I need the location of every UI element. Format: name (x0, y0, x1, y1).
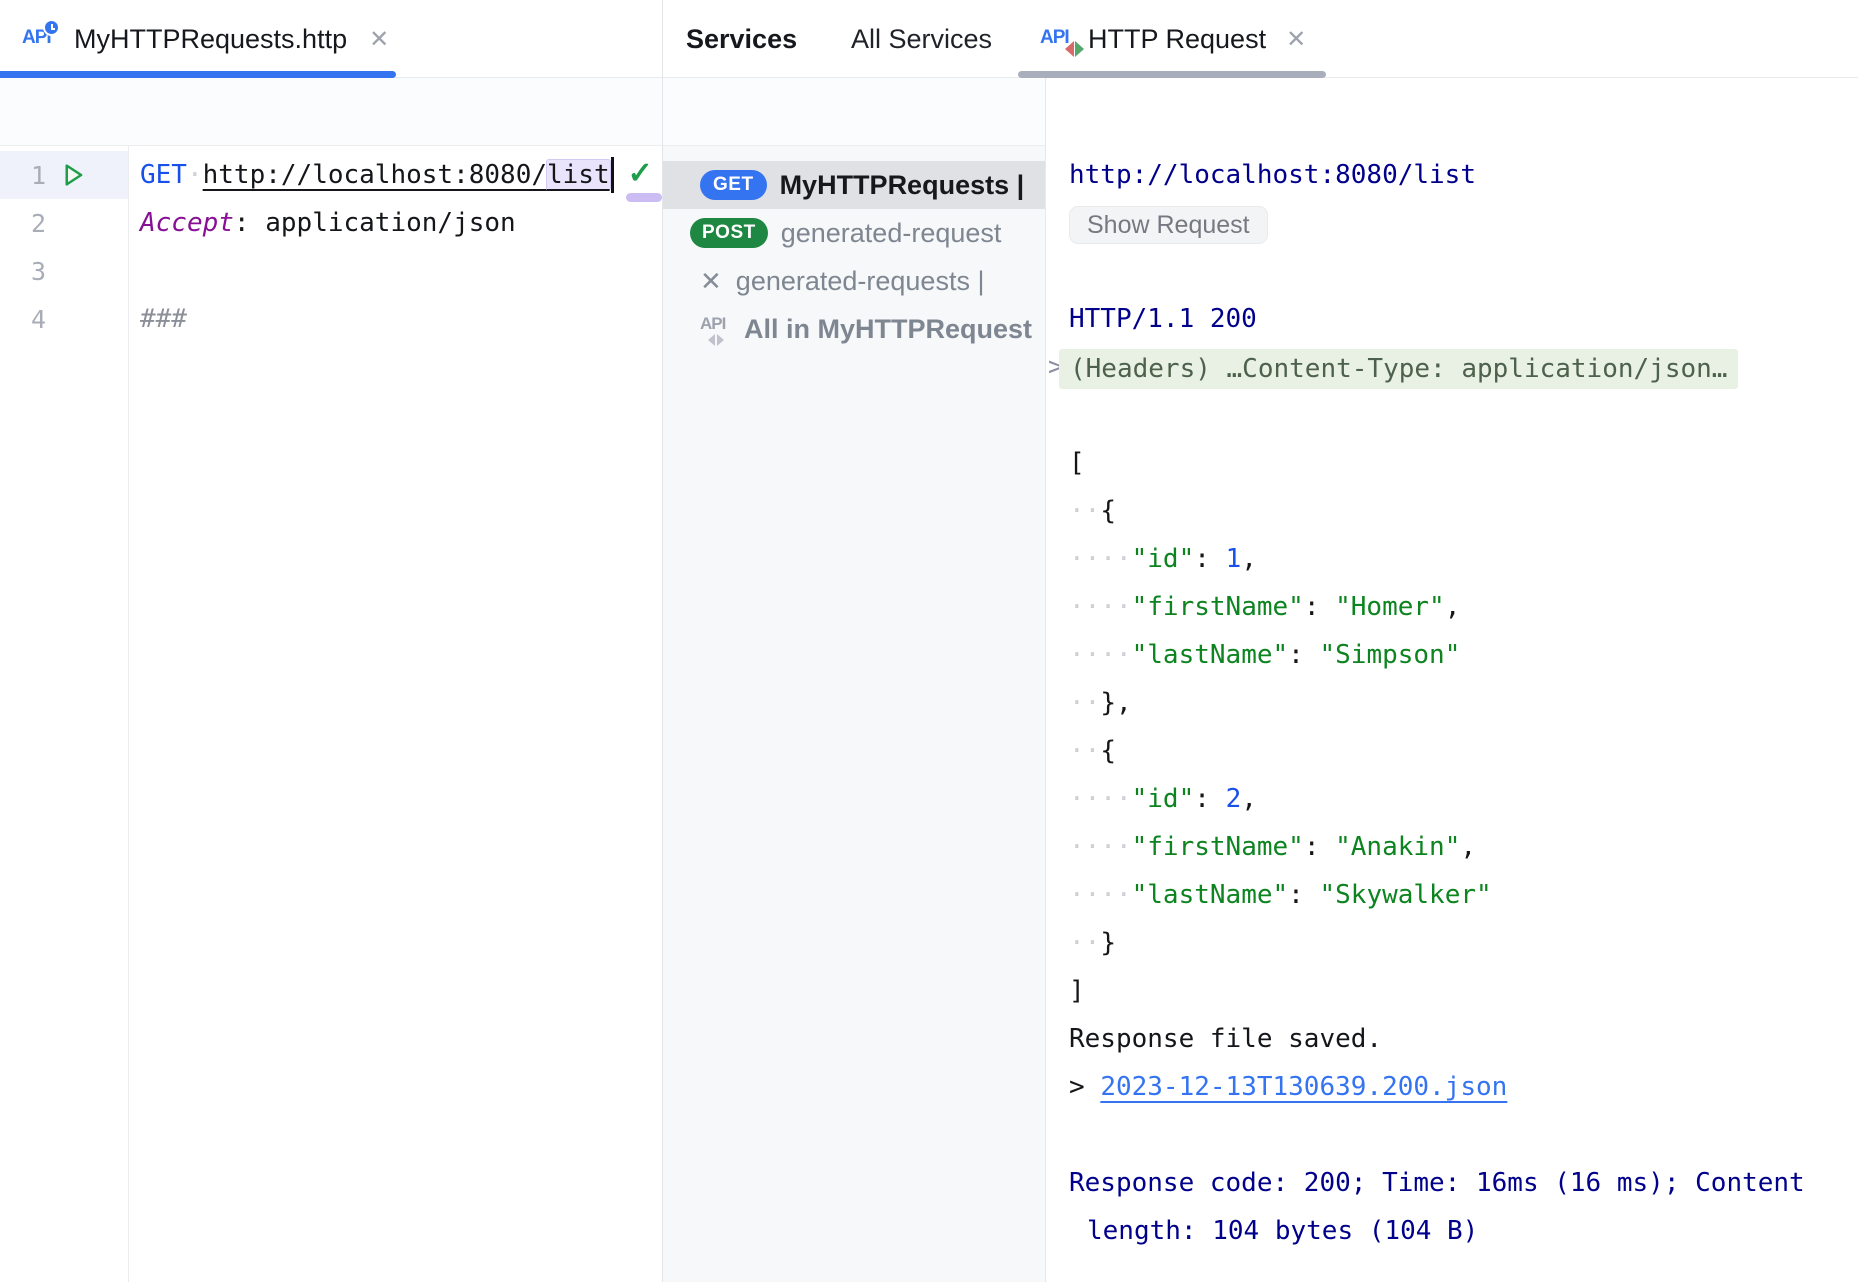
show-request-button[interactable]: Show Request (1069, 206, 1268, 244)
response-json-line: ····"id": 1, (1069, 535, 1492, 583)
tree-item-label: MyHTTPRequests | (780, 170, 1025, 201)
response-json-line: ····"firstName": "Homer", (1069, 583, 1492, 631)
editor-tab-title: MyHTTPRequests.http (74, 24, 347, 55)
run-request-gutter-icon[interactable] (58, 160, 88, 190)
tab-http-request-label: HTTP Request (1088, 24, 1266, 55)
tab-http-request[interactable]: API HTTP Request ✕ (1040, 0, 1306, 78)
header-line[interactable]: Accept: application/json (140, 208, 516, 238)
response-json-line: ····"firstName": "Anakin", (1069, 823, 1492, 871)
http-editor[interactable]: 1 GET·http://localhost:8080/list✓ 2 Acce… (0, 146, 662, 1282)
line-number: 2 (0, 209, 46, 238)
response-status-line: HTTP/1.1 200 (1069, 295, 1257, 343)
editor-tab-myhttprequests[interactable]: API MyHTTPRequests.http ✕ (0, 0, 389, 78)
response-json-line: ··{ (1069, 487, 1492, 535)
services-tree: GET MyHTTPRequests | POST generated-requ… (663, 161, 1045, 353)
api-icon: API (700, 312, 736, 346)
response-json-line: ··{ (1069, 727, 1492, 775)
response-file-line: > 2023-12-13T130639.200.json (1069, 1063, 1507, 1111)
tree-item-generated-request[interactable]: POST generated-request (663, 209, 1045, 257)
request-url[interactable]: http://localhost:8080/ (203, 160, 547, 190)
close-icon: ✕ (700, 266, 722, 297)
active-tab-indicator (0, 71, 396, 78)
clock-badge-icon (43, 19, 60, 36)
services-window-title: Services (686, 0, 797, 78)
response-json-line: ··} (1069, 919, 1492, 967)
text-caret (611, 157, 614, 193)
response-meta-line: length: 104 bytes (104 B) (1087, 1207, 1478, 1255)
http-request-icon: API (1040, 19, 1080, 59)
request-separator[interactable]: ### (140, 304, 187, 334)
editor-services-divider[interactable] (662, 0, 663, 1282)
response-meta-line: Response code: 200; Time: 16ms (16 ms); … (1069, 1159, 1805, 1207)
tab-all-services[interactable]: All Services (851, 0, 992, 78)
close-tab-icon[interactable]: ✕ (369, 25, 389, 54)
line-number: 1 (0, 161, 46, 190)
close-http-request-tab-icon[interactable]: ✕ (1286, 25, 1306, 54)
toolbar-border (0, 145, 1045, 146)
response-json-line: [ (1069, 439, 1492, 487)
tree-item-all-in-myhttprequests[interactable]: API All in MyHTTPRequest (663, 305, 1045, 353)
response-json-line: ··}, (1069, 679, 1492, 727)
method-badge-post: POST (690, 218, 768, 248)
line-number: 4 (0, 305, 46, 334)
tree-item-myhttprequests[interactable]: GET MyHTTPRequests | (663, 161, 1045, 209)
link-prefix: > (1069, 1072, 1100, 1102)
services-console-divider[interactable] (1045, 78, 1046, 1282)
response-json-line: ····"lastName": "Skywalker" (1069, 871, 1492, 919)
header-name: Accept (140, 208, 234, 238)
request-url-selected[interactable]: list (547, 160, 610, 190)
header-value: application/json (265, 208, 515, 238)
response-body: [··{····"id": 1,····"firstName": "Homer"… (1069, 439, 1492, 1015)
response-file-link[interactable]: 2023-12-13T130639.200.json (1100, 1072, 1507, 1102)
request-ok-check-icon: ✓ (628, 156, 653, 191)
http-file-icon: API (22, 19, 62, 59)
services-active-tab-indicator (1018, 71, 1326, 78)
headers-folded-line[interactable]: (Headers) …Content-Type: application/jso… (1059, 349, 1738, 389)
tree-item-generated-requests[interactable]: ✕ generated-requests | (663, 257, 1045, 305)
response-saved-text: Response file saved. (1069, 1015, 1382, 1063)
tree-item-label: All in MyHTTPRequest (744, 314, 1032, 345)
response-console[interactable]: http://localhost:8080/list Show Request … (1046, 78, 1858, 1282)
response-url[interactable]: http://localhost:8080/list (1069, 151, 1476, 199)
response-json-line: ····"id": 2, (1069, 775, 1492, 823)
tree-item-label: generated-requests | (736, 266, 985, 297)
http-method: GET (140, 160, 187, 190)
line-number: 3 (0, 257, 46, 286)
ide-window: API MyHTTPRequests.http ✕ ⋮ Services All… (0, 0, 1858, 1282)
response-json-line: ] (1069, 967, 1492, 1015)
request-line[interactable]: GET·http://localhost:8080/list✓ (140, 157, 653, 193)
response-json-line: ····"lastName": "Simpson" (1069, 631, 1492, 679)
tree-item-label: generated-request (781, 218, 1002, 249)
method-badge-get: GET (700, 170, 767, 200)
